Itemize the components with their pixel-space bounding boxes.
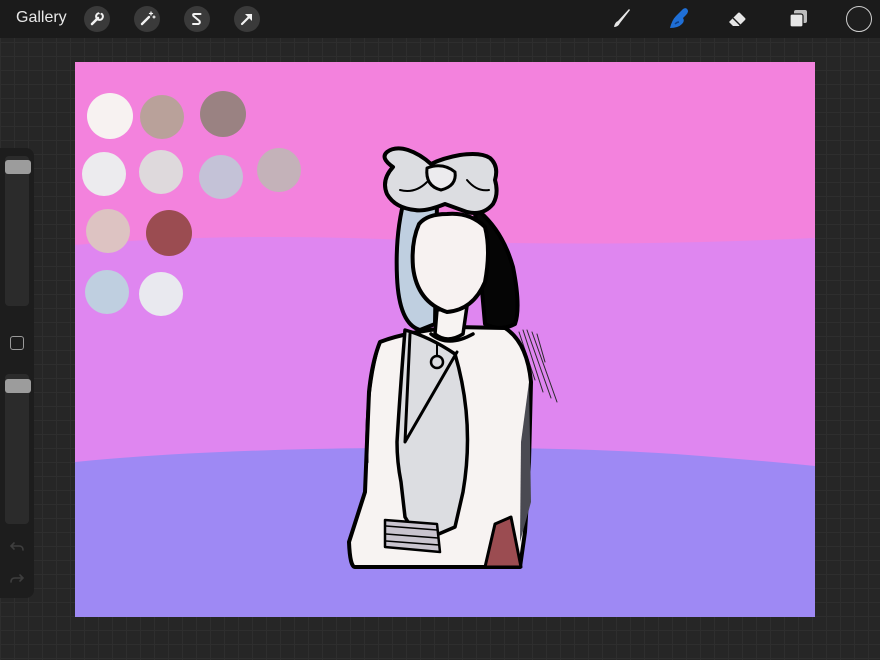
selection-button[interactable] xyxy=(184,6,210,32)
opacity-handle[interactable] xyxy=(5,379,31,393)
brush-size-handle[interactable] xyxy=(5,160,31,174)
swatch xyxy=(86,209,130,253)
brush-tool-button[interactable] xyxy=(605,4,635,34)
gallery-button[interactable]: Gallery xyxy=(16,9,67,27)
magic-wand-icon xyxy=(140,11,156,26)
adjustments-button[interactable] xyxy=(134,6,160,32)
transform-button[interactable] xyxy=(234,6,260,32)
undo-button[interactable] xyxy=(9,540,25,554)
procreate-workspace: Gallery xyxy=(0,0,880,660)
smudge-finger-icon xyxy=(670,8,688,28)
undo-icon xyxy=(9,542,24,551)
brush-icon xyxy=(614,9,630,27)
wrench-icon xyxy=(90,9,104,26)
swatch xyxy=(87,93,133,139)
swatch xyxy=(146,210,192,256)
drawing-canvas[interactable] xyxy=(75,62,815,617)
brush-size-slider[interactable] xyxy=(5,156,29,306)
smudge-tool-button[interactable] xyxy=(664,4,694,34)
layers-icon xyxy=(789,10,807,28)
left-sidebar xyxy=(0,148,34,598)
actions-button[interactable] xyxy=(84,6,110,32)
swatch xyxy=(139,272,183,316)
swatch xyxy=(200,91,246,137)
layers-button[interactable] xyxy=(784,4,814,34)
swatch xyxy=(257,148,301,192)
swatch xyxy=(82,152,126,196)
opacity-slider[interactable] xyxy=(5,374,29,524)
swatch xyxy=(199,155,243,199)
color-picker-button[interactable] xyxy=(846,6,872,32)
redo-icon xyxy=(10,574,25,583)
swatch xyxy=(139,150,183,194)
top-toolbar: Gallery xyxy=(0,0,880,38)
eraser-tool-button[interactable] xyxy=(723,4,753,34)
swatch xyxy=(140,95,184,139)
redo-button[interactable] xyxy=(9,572,25,586)
eraser-icon xyxy=(729,12,746,27)
modify-button[interactable] xyxy=(10,336,24,350)
swatch xyxy=(85,270,129,314)
artwork xyxy=(75,62,815,617)
selection-s-icon xyxy=(192,13,202,25)
arrow-cursor-icon xyxy=(240,13,253,26)
